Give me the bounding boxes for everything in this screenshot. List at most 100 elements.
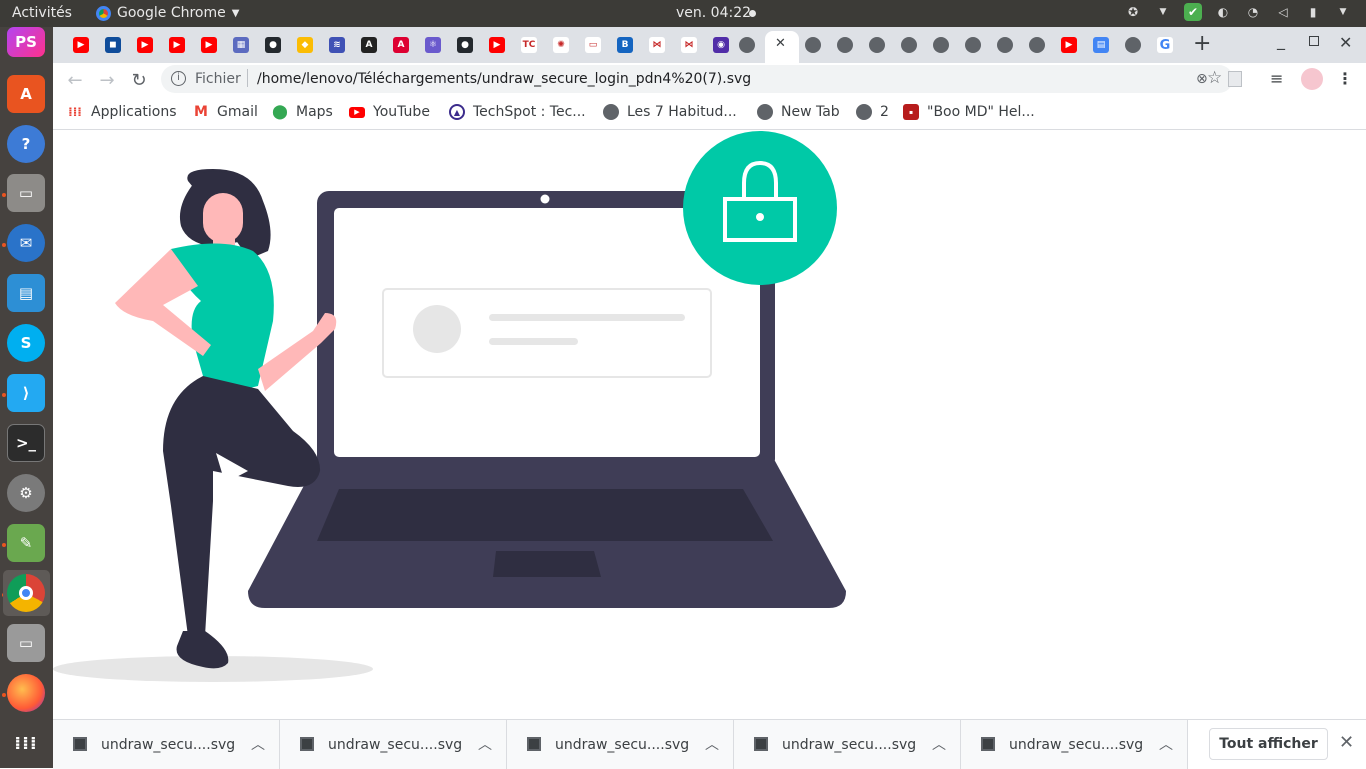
file-icon [754,737,768,751]
tab[interactable]: ◉ [707,33,735,57]
tab[interactable]: A [355,33,383,57]
tab[interactable]: ▤ [1087,33,1115,57]
tab[interactable]: ⚛ [419,33,447,57]
tab[interactable]: ✺ [547,33,575,57]
tab-close-icon[interactable]: ✕ [775,36,786,51]
download-item[interactable]: undraw_secu....svg ︿ [734,720,961,769]
software-center-icon[interactable]: A [7,75,45,113]
thunderbird-icon[interactable]: ✉ [7,224,45,262]
chevron-up-icon[interactable]: ︿ [251,734,265,754]
tab[interactable]: ▶ [195,33,223,57]
tab[interactable]: ▶ [131,33,159,57]
address-bar[interactable]: i Fichier /home/lenovo/Téléchargements/u… [161,65,1233,93]
bookmark-techspot[interactable]: ▲ TechSpot : Tec... [449,104,586,120]
show-all-downloads-button[interactable]: Tout afficher [1209,728,1328,760]
download-item[interactable]: undraw_secu....svg ︿ [53,720,280,769]
download-item[interactable]: undraw_secu....svg ︿ [507,720,734,769]
chevron-up-icon[interactable]: ︿ [705,734,719,754]
tab[interactable] [831,33,859,57]
tab[interactable] [927,33,955,57]
tab[interactable]: ◆ [291,33,319,57]
update-check-icon[interactable]: ✔ [1184,3,1202,21]
bookmark-youtube[interactable]: ▶ YouTube [349,104,430,120]
tab[interactable] [1023,33,1051,57]
tab[interactable]: ▶ [1055,33,1083,57]
tab[interactable]: B [611,33,639,57]
clock[interactable]: ven. 04:22 [676,5,751,21]
tab[interactable]: ▭ [579,33,607,57]
tab[interactable] [991,33,1019,57]
tab[interactable]: ◼ [99,33,127,57]
skype-icon[interactable]: S [7,324,45,362]
url-text[interactable]: /home/lenovo/Téléchargements/undraw_secu… [257,71,751,87]
tab[interactable] [959,33,987,57]
system-tray[interactable]: ✪ ▼ ✔ ◐ ◔ ◁ ▮ ▼ [1124,3,1352,21]
download-item[interactable]: undraw_secu....svg ︿ [961,720,1188,769]
help-icon[interactable]: ? [7,125,45,163]
info-icon[interactable]: i [171,71,186,86]
menu-kebab-icon[interactable]: ⋮ [1337,69,1353,88]
tab[interactable]: ≋ [323,33,351,57]
tab[interactable]: ⋈ [675,33,703,57]
close-window-button[interactable]: ✕ [1339,33,1352,52]
tab[interactable] [799,33,827,57]
back-button[interactable]: ← [63,68,87,92]
tab[interactable]: TC [515,33,543,57]
files-icon[interactable]: ▭ [7,174,45,212]
bookmark-2[interactable]: 2 [856,104,889,120]
tab[interactable]: A [387,33,415,57]
bookmark-star-icon[interactable]: ☆ [1207,68,1222,88]
scanner-icon[interactable]: ▭ [7,624,45,662]
bookmark-maps[interactable]: ⬤ Maps [272,104,333,120]
phpstorm-icon[interactable]: PS [7,27,45,57]
tab[interactable] [863,33,891,57]
show-applications-icon[interactable]: ⁞⁞⁞ [7,724,45,762]
tab[interactable] [733,33,761,57]
tab[interactable]: ⋈ [643,33,671,57]
bookmark-gmail[interactable]: M Gmail [193,104,258,120]
maximize-button[interactable] [1309,36,1319,46]
minimize-button[interactable]: _ [1277,31,1285,50]
chevron-down-icon[interactable]: ▼ [1154,3,1172,21]
chrome-icon[interactable] [7,574,45,612]
settings-icon[interactable]: ⚙ [7,474,45,512]
chevron-up-icon[interactable]: ︿ [932,734,946,754]
reload-button[interactable]: ↻ [127,68,151,92]
media-control-icon[interactable]: ≡ [1270,69,1283,88]
night-light-icon[interactable]: ◐ [1214,3,1232,21]
tab[interactable]: G [1151,33,1179,57]
volume-muted-icon[interactable]: ◁ [1274,3,1292,21]
bookmark-habitudes[interactable]: Les 7 Habitud... [603,104,737,120]
firefox-icon[interactable] [7,674,45,712]
new-tab-button[interactable]: + [1193,31,1211,56]
bookmark-new-tab[interactable]: New Tab [757,104,840,120]
extension-reader-icon[interactable] [1228,71,1242,87]
vscode-icon[interactable]: ⟩ [7,374,45,412]
forward-button[interactable]: → [95,68,119,92]
download-item[interactable]: undraw_secu....svg ︿ [280,720,507,769]
wifi-icon[interactable]: ◔ [1244,3,1262,21]
tab[interactable]: ▦ [227,33,255,57]
image-viewer-icon[interactable]: ✎ [7,524,45,562]
battery-icon[interactable]: ▮ [1304,3,1322,21]
tab[interactable] [895,33,923,57]
chevron-up-icon[interactable]: ︿ [1159,734,1173,754]
terminal-icon[interactable]: >_ [7,424,45,462]
accessibility-icon[interactable]: ✪ [1124,3,1142,21]
extension-icon[interactable]: ⊗ [1196,71,1208,87]
bookmark-applications[interactable]: ⁞⁞⁞ Applications [67,104,176,120]
chevron-up-icon[interactable]: ︿ [478,734,492,754]
close-shelf-icon[interactable]: ✕ [1339,732,1354,753]
tab[interactable]: ▶ [163,33,191,57]
profile-avatar[interactable] [1301,68,1323,90]
tab[interactable]: ● [451,33,479,57]
bookmark-boo-md[interactable]: ▪ "Boo MD" Hel... [903,104,1035,120]
activities-button[interactable]: Activités [12,5,72,21]
chevron-down-icon[interactable]: ▼ [1334,3,1352,21]
document-viewer-icon[interactable]: ▤ [7,274,45,312]
tab[interactable]: ▶ [67,33,95,57]
tab[interactable]: ● [259,33,287,57]
tab[interactable]: ▶ [483,33,511,57]
app-menu[interactable]: Google Chrome ▼ [96,5,239,21]
tab[interactable] [1119,33,1147,57]
